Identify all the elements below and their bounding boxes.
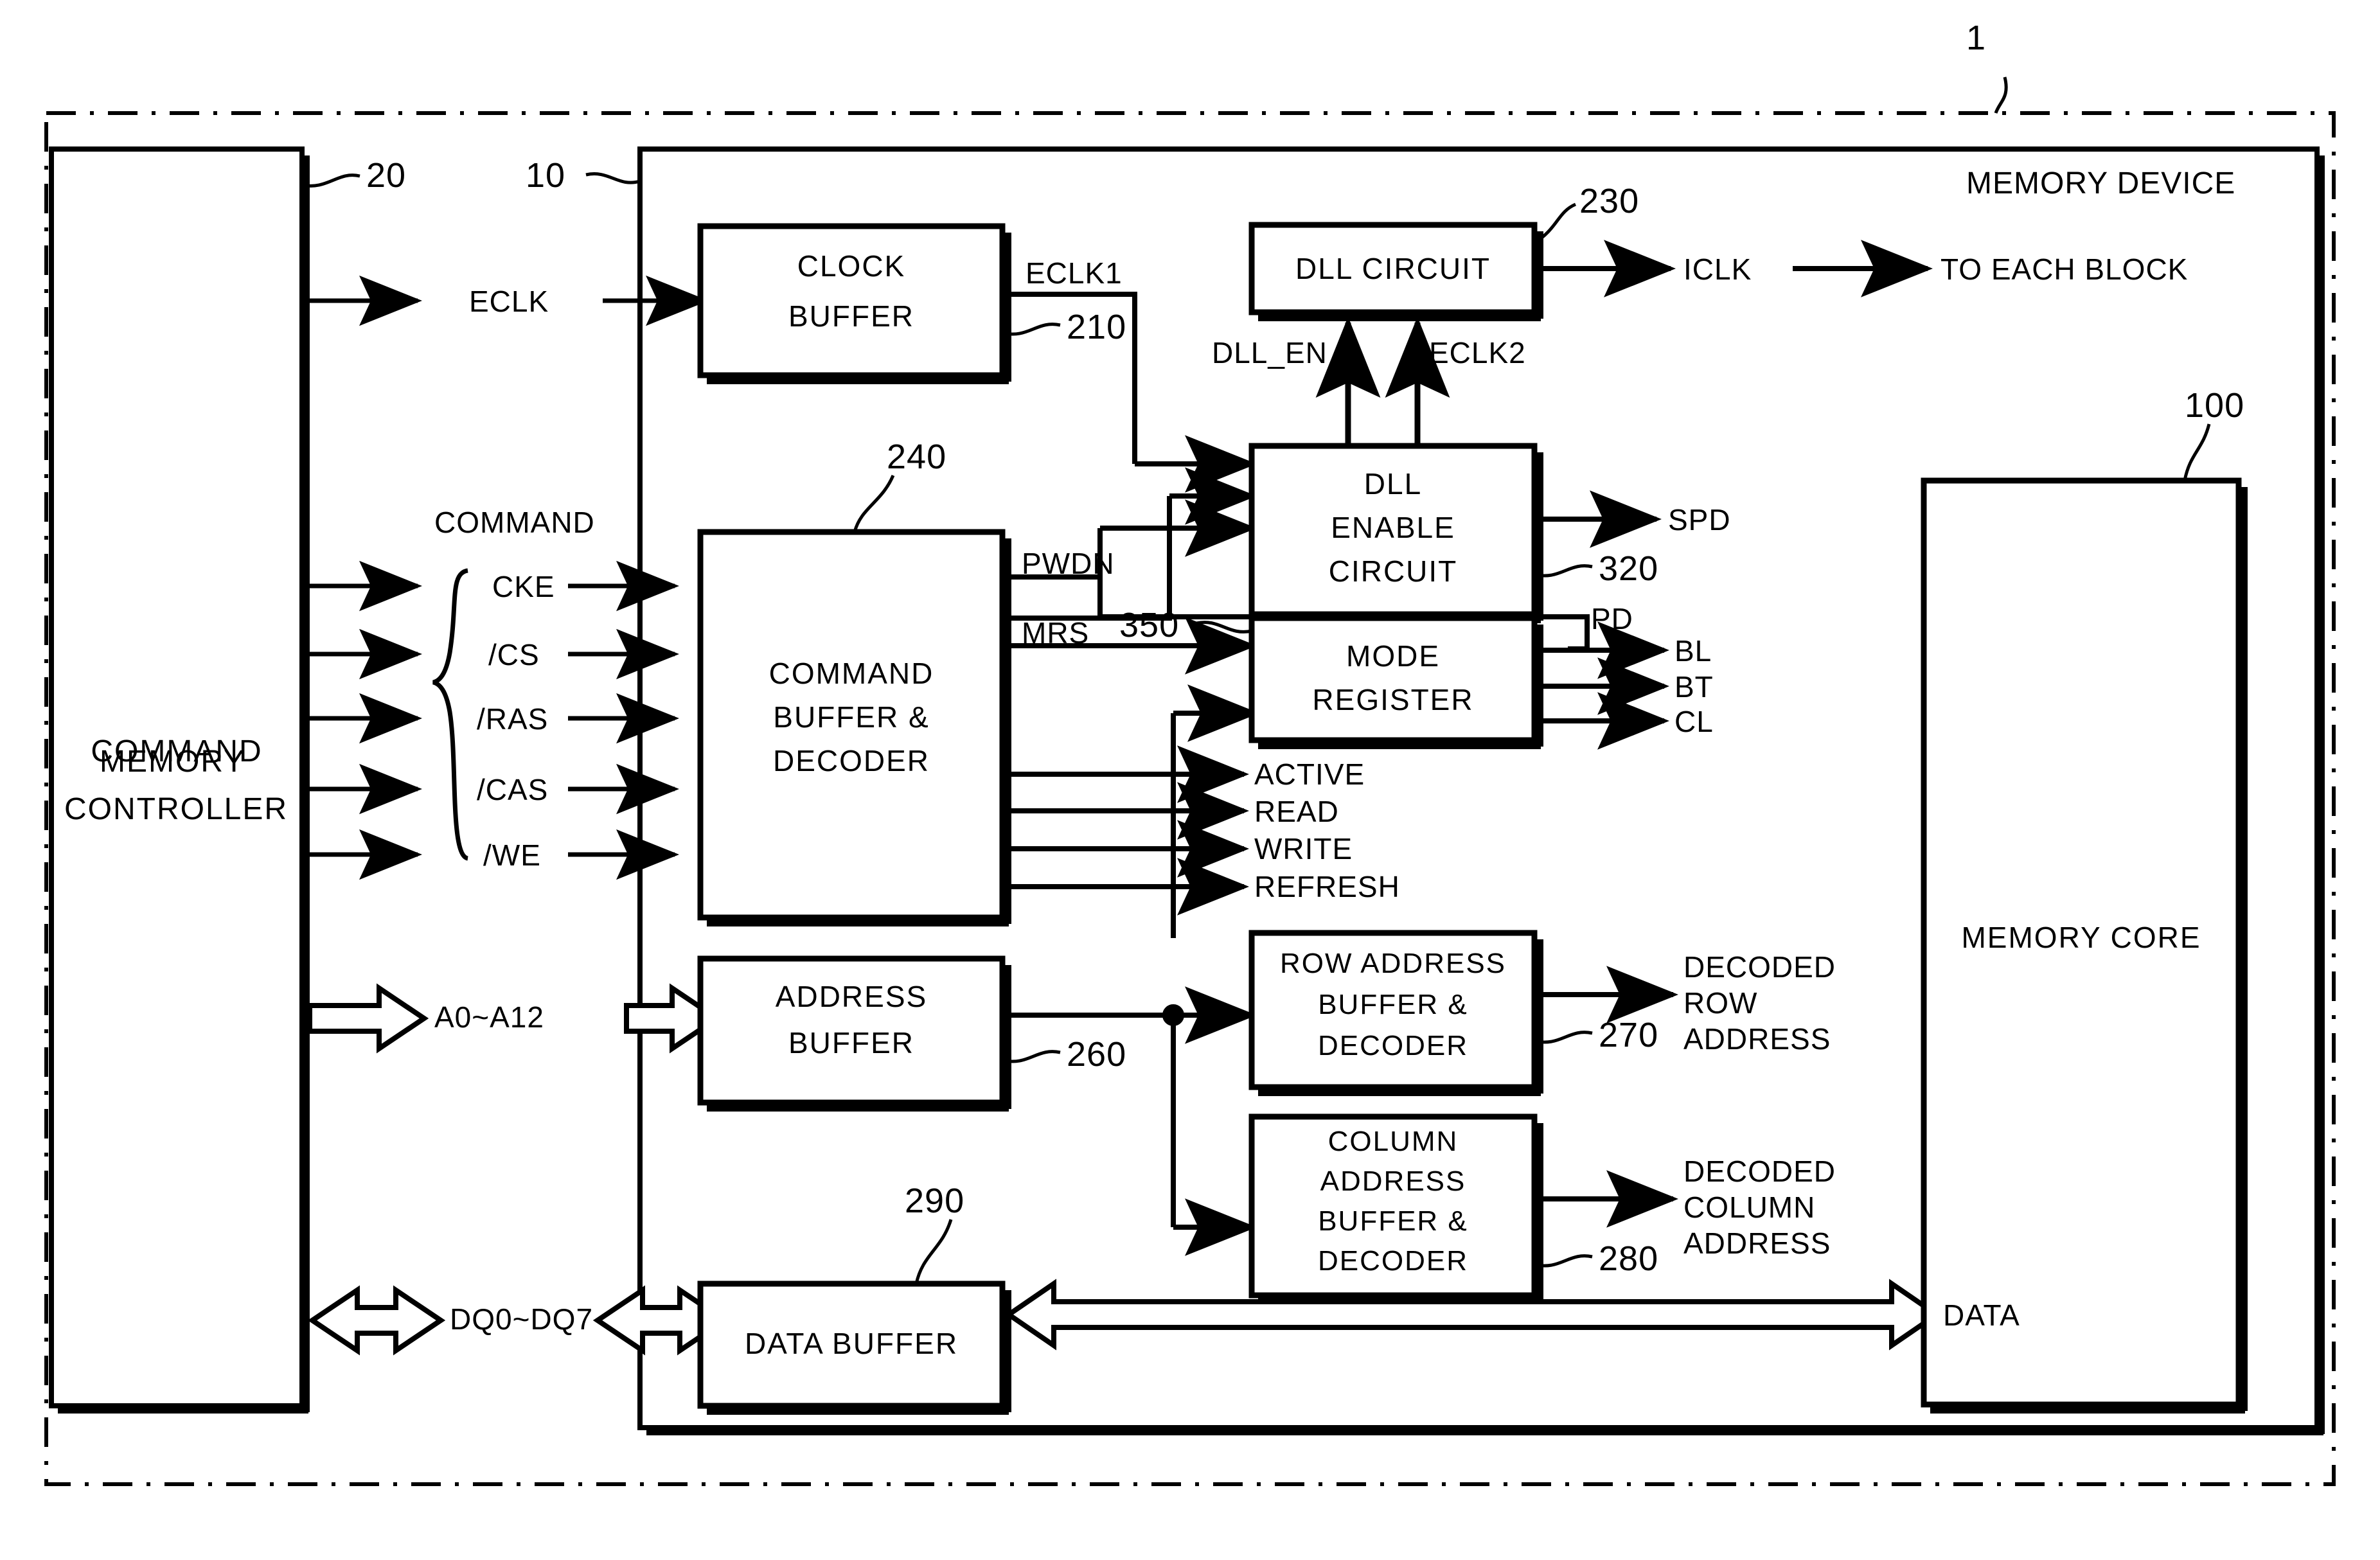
- address-bus-label: A0~A12: [434, 1000, 544, 1034]
- row-address-decoder-label-line2: BUFFER &: [1318, 989, 1468, 1021]
- ref-280: 280: [1599, 1239, 1659, 1278]
- memory-controller-label-l2: CONTROLLER: [64, 792, 289, 826]
- signal-iclk: ICLK: [1683, 253, 1752, 286]
- signal-cl: CL: [1674, 705, 1714, 738]
- signal-refresh: REFRESH: [1254, 870, 1400, 903]
- signal-data: DATA: [1943, 1299, 2020, 1332]
- row-address-decoder-label-line3: DECODER: [1317, 1030, 1469, 1062]
- ref-240: 240: [887, 438, 947, 476]
- clock-buffer-label-line1: CLOCK: [797, 249, 906, 283]
- dll-circuit-label: DLL CIRCUIT: [1295, 251, 1491, 285]
- command-brace: [432, 568, 469, 861]
- controller-output-arrows: [310, 275, 422, 880]
- signal-bl: BL: [1674, 634, 1712, 668]
- ref-350: 350: [1119, 606, 1180, 644]
- patent-figure: 1 20 10 210 240 230 320 350 260 270 280 …: [0, 0, 2380, 1560]
- ref-230: 230: [1579, 182, 1640, 220]
- dll-enable-label-line2: ENABLE: [1331, 510, 1455, 544]
- signal-pd: PD: [1591, 602, 1633, 635]
- address-bus-arrow-left: [307, 983, 429, 1054]
- memory-core-label: MEMORY CORE: [1961, 920, 2201, 954]
- dll-enable-label-line1: DLL: [1363, 466, 1423, 501]
- signal-decoded-column-line2: COLUMN: [1683, 1191, 1816, 1224]
- ref-20: 20: [366, 156, 407, 195]
- ref-1: 1: [1966, 19, 1987, 57]
- memory-controller-label-l1: MEMORY: [100, 745, 246, 779]
- clock-buffer-label-line2: BUFFER: [788, 299, 914, 333]
- signal-to-each-block: TO EACH BLOCK: [1940, 253, 2189, 286]
- command-signal-we: /WE: [483, 838, 541, 872]
- row-address-decoder-label-line1: ROW ADDRESS: [1279, 948, 1507, 980]
- signal-decoded-row-line2: ROW: [1683, 986, 1758, 1020]
- signal-bt: BT: [1674, 670, 1714, 704]
- ref-270: 270: [1599, 1016, 1659, 1054]
- signal-active: ACTIVE: [1254, 758, 1365, 791]
- signal-decoded-row-line1: DECODED: [1683, 950, 1836, 984]
- memory-device-label: MEMORY DEVICE: [1966, 166, 2236, 200]
- signal-read: READ: [1254, 795, 1339, 828]
- command-decoder-label-line1: COMMAND: [768, 656, 934, 690]
- command-signal-cs: /CS: [488, 638, 540, 671]
- ref-210: 210: [1067, 308, 1127, 346]
- ref-10: 10: [526, 156, 566, 195]
- column-address-decoder-label-line4: DECODER: [1317, 1245, 1469, 1277]
- signal-write: WRITE: [1254, 832, 1353, 865]
- signal-pwdn: PWDN: [1022, 547, 1115, 580]
- ref-290: 290: [905, 1182, 965, 1220]
- command-signal-ras: /RAS: [477, 702, 549, 736]
- signal-spd: SPD: [1668, 503, 1731, 536]
- data-buffer-label: DATA BUFFER: [744, 1326, 959, 1360]
- command-decoder-label-line2: BUFFER &: [773, 700, 930, 734]
- dll-enable-label-line3: CIRCUIT: [1328, 554, 1458, 588]
- signal-decoded-column-line3: ADDRESS: [1683, 1227, 1831, 1260]
- column-address-decoder-label-line2: ADDRESS: [1320, 1166, 1466, 1198]
- command-signal-cke: CKE: [492, 570, 555, 603]
- address-buffer-label-line1: ADDRESS: [775, 979, 928, 1013]
- signal-decoded-row-line3: ADDRESS: [1683, 1022, 1831, 1056]
- signal-mrs: MRS: [1022, 616, 1090, 650]
- column-address-decoder-label-line1: COLUMN: [1328, 1126, 1459, 1158]
- mode-register-label-line2: REGISTER: [1312, 682, 1474, 716]
- signal-eclk1: ECLK1: [1026, 256, 1123, 290]
- signal-decoded-column-line1: DECODED: [1683, 1155, 1836, 1188]
- ref-320: 320: [1599, 549, 1659, 588]
- diagram-canvas: [44, 76, 2336, 1486]
- command-group-label: COMMAND: [434, 506, 595, 539]
- data-bus-label: DQ0~DQ7: [450, 1302, 594, 1336]
- command-decoder-label-line3: DECODER: [772, 743, 930, 777]
- address-buffer-label-line2: BUFFER: [788, 1025, 914, 1059]
- column-address-decoder-label-line3: BUFFER &: [1318, 1205, 1468, 1237]
- ref-100: 100: [2185, 386, 2245, 425]
- signal-eclk2: ECLK2: [1429, 336, 1526, 369]
- mode-register-label-line1: MODE: [1346, 639, 1440, 673]
- ref-260: 260: [1067, 1035, 1127, 1074]
- signal-eclk: ECLK: [469, 285, 549, 318]
- data-bus-arrow-left: [307, 1285, 446, 1356]
- command-signal-cas: /CAS: [477, 773, 549, 806]
- memory-controller-box: [49, 146, 360, 1414]
- signal-dll-en: DLL_EN: [1212, 336, 1328, 369]
